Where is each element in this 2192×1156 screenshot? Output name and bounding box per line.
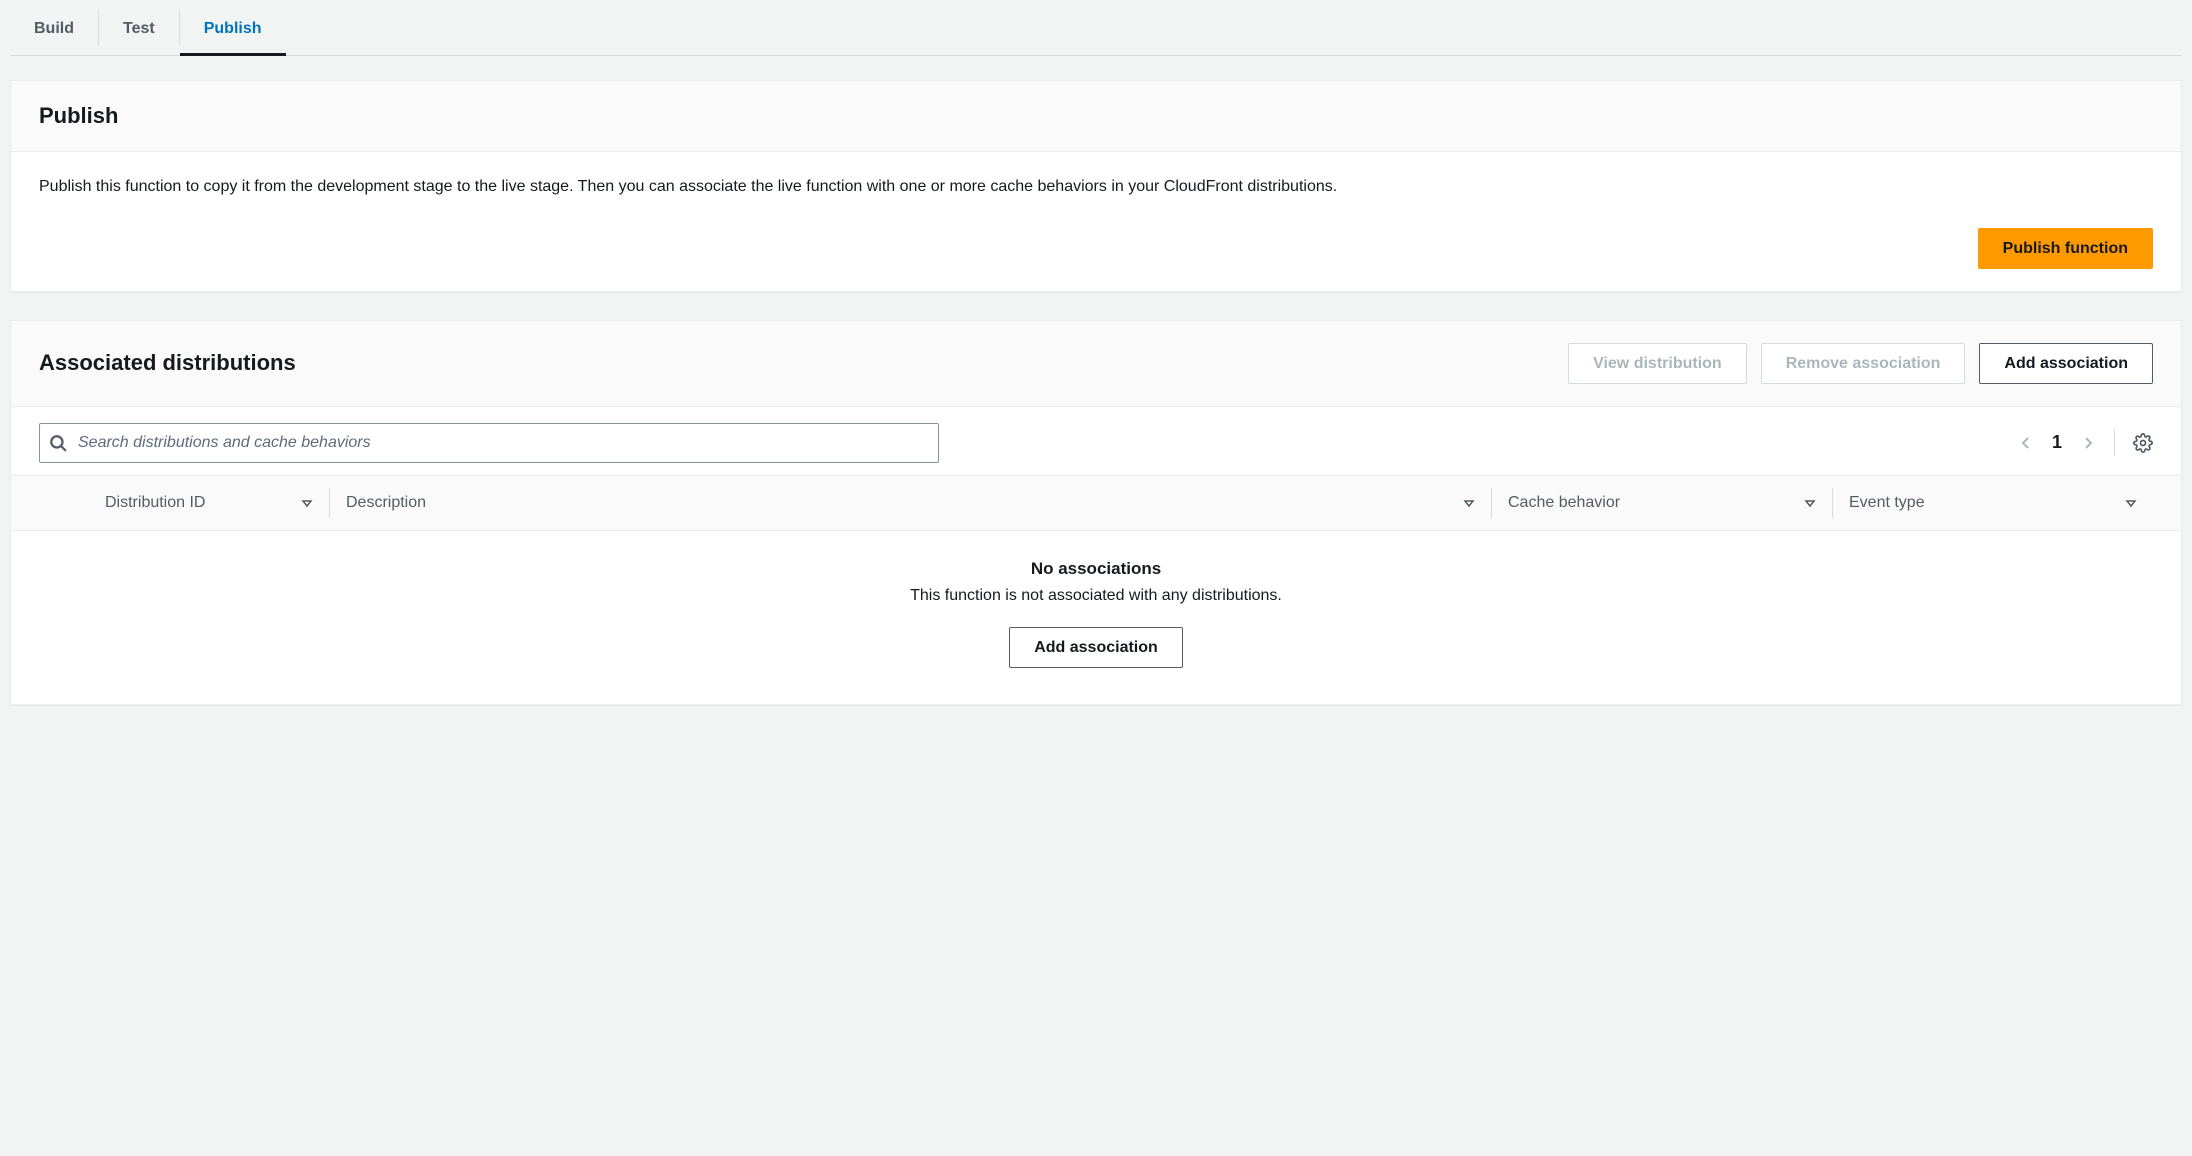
column-event-type[interactable]: Event type [1833,476,2153,530]
publish-actions: Publish function [39,228,2153,269]
add-association-button[interactable]: Add association [1979,343,2153,384]
sort-icon [301,497,313,509]
empty-add-association-button[interactable]: Add association [1009,627,1183,668]
search-input[interactable] [39,423,939,463]
empty-state: No associations This function is not ass… [11,531,2181,704]
pager-separator [2114,430,2115,456]
search-icon [49,434,67,452]
associated-distributions-panel: Associated distributions View distributi… [10,320,2182,705]
tab-build[interactable]: Build [10,0,98,55]
search-wrap [39,423,939,463]
remove-association-button[interactable]: Remove association [1761,343,1966,384]
table-header: Distribution ID Description Cache behavi… [11,475,2181,531]
sort-icon [2125,497,2137,509]
sort-icon [1804,497,1816,509]
publish-function-button[interactable]: Publish function [1978,228,2153,269]
tab-publish[interactable]: Publish [180,0,286,55]
column-cache-behavior[interactable]: Cache behavior [1492,476,1832,530]
pagination: 1 [2018,430,2153,456]
chevron-right-icon [2080,433,2096,453]
page-prev-button[interactable] [2018,433,2034,453]
view-distribution-button[interactable]: View distribution [1568,343,1747,384]
page-current: 1 [2052,432,2062,453]
publish-description: Publish this function to copy it from th… [39,174,2153,200]
publish-panel-body: Publish this function to copy it from th… [11,152,2181,291]
tabs-bar: Build Test Publish [10,0,2182,56]
column-description[interactable]: Description [330,476,1491,530]
column-label: Event type [1849,494,1925,512]
empty-subtitle: This function is not associated with any… [31,587,2161,605]
column-label: Description [346,494,426,512]
assoc-panel-header: Associated distributions View distributi… [11,321,2181,407]
table-settings-button[interactable] [2133,433,2153,453]
assoc-title: Associated distributions [39,350,296,376]
publish-panel: Publish Publish this function to copy it… [10,80,2182,292]
publish-panel-header: Publish [11,81,2181,152]
column-label: Cache behavior [1508,494,1620,512]
gear-icon [2133,433,2153,453]
column-distribution-id[interactable]: Distribution ID [89,476,329,530]
sort-icon [1463,497,1475,509]
chevron-left-icon [2018,433,2034,453]
page-next-button[interactable] [2080,433,2096,453]
tab-test[interactable]: Test [99,0,179,55]
empty-title: No associations [31,559,2161,579]
assoc-toolbar: 1 [11,407,2181,475]
column-label: Distribution ID [105,494,205,512]
publish-title: Publish [39,103,118,129]
column-select [39,476,89,530]
assoc-header-actions: View distribution Remove association Add… [1568,343,2153,384]
